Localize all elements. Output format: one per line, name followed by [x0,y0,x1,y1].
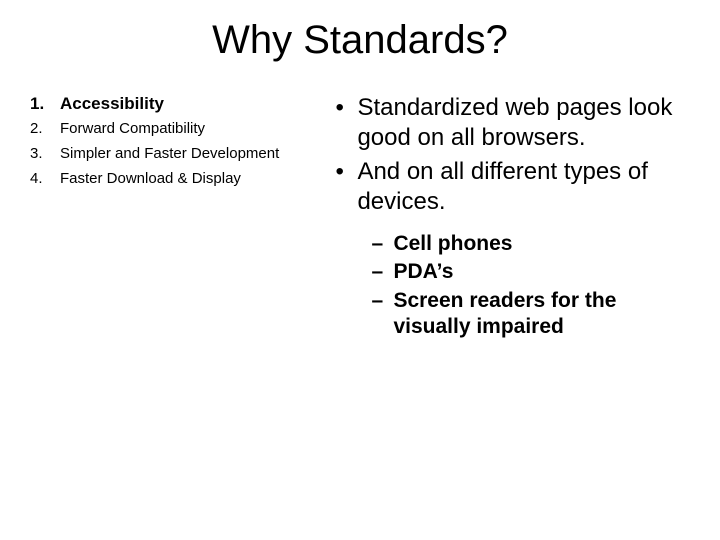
sub-text: Screen readers for the visually impaired [393,288,690,341]
list-item: Forward Compatibility [60,120,325,139]
list-number: 1. [30,93,60,114]
sub-item: – PDA’s [371,259,690,285]
bullet-item: • Standardized web pages look good on al… [335,93,690,153]
left-column: 1. Accessibility 2. Forward Compatibilit… [30,93,325,342]
list-item: Accessibility [60,93,325,114]
dash-icon: – [371,259,393,285]
sub-item: – Screen readers for the visually impair… [371,288,690,341]
right-column: • Standardized web pages look good on al… [335,93,690,342]
slide-title: Why Standards? [0,0,720,63]
list-number: 3. [30,145,60,164]
slide-body: 1. Accessibility 2. Forward Compatibilit… [0,63,720,342]
bullet-item: • And on all different types of devices. [335,157,690,217]
dash-icon: – [371,288,393,314]
list-number: 2. [30,120,60,139]
bullet-icon: • [335,93,357,123]
sub-item: – Cell phones [371,231,690,257]
list-item: Simpler and Faster Development [60,145,325,164]
bullet-list: • Standardized web pages look good on al… [335,93,690,340]
slide: Why Standards? 1. Accessibility 2. Forwa… [0,0,720,540]
sub-text: Cell phones [393,231,512,257]
list-number: 4. [30,170,60,189]
bullet-icon: • [335,157,357,187]
sub-list: – Cell phones – PDA’s – Screen readers f… [335,231,690,340]
sub-text: PDA’s [393,259,453,285]
bullet-text: And on all different types of devices. [357,157,690,217]
numbered-list: 1. Accessibility 2. Forward Compatibilit… [30,93,325,189]
dash-icon: – [371,231,393,257]
bullet-text: Standardized web pages look good on all … [357,93,690,153]
list-item: Faster Download & Display [60,170,325,189]
